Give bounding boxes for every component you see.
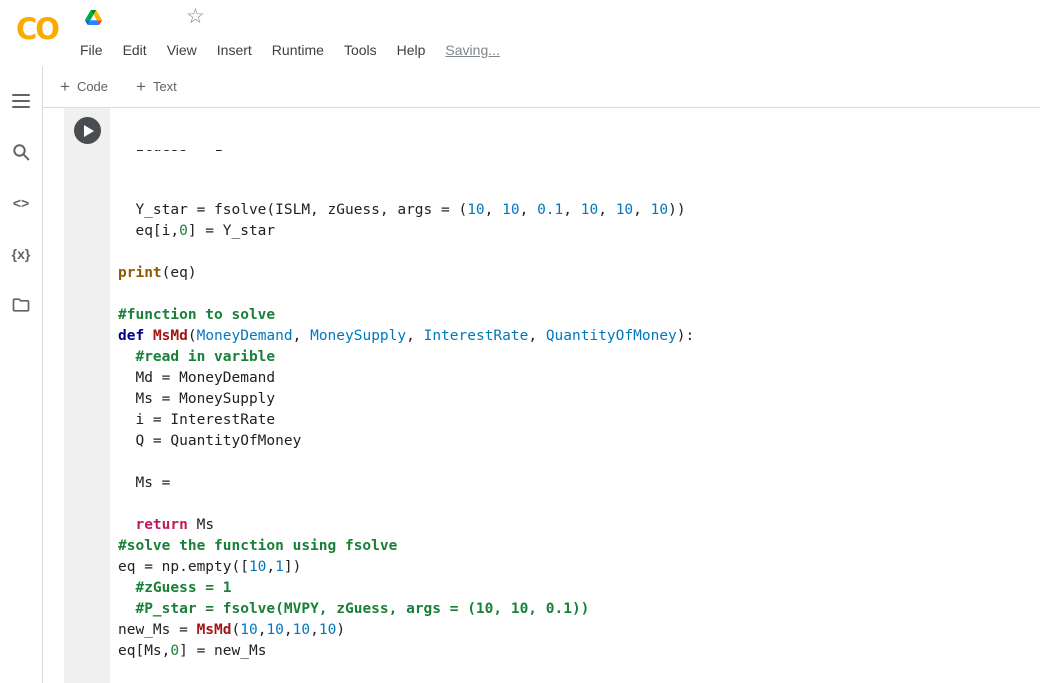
code-line[interactable] xyxy=(118,284,1040,305)
code-line[interactable]: Ms = MoneySupply xyxy=(118,389,1040,410)
cell-gutter xyxy=(64,108,110,683)
code-line[interactable]: eq[Ms,0] = new_Ms xyxy=(118,641,1040,662)
code-cell: zGuess = 1 Y_star = fsolve(ISLM, zGuess,… xyxy=(64,108,1040,683)
star-icon[interactable]: ☆ xyxy=(186,4,205,29)
code-line[interactable]: return Ms xyxy=(118,515,1040,536)
menu-view[interactable]: View xyxy=(157,42,207,58)
play-icon xyxy=(84,124,94,137)
code-line[interactable] xyxy=(118,242,1040,263)
menu-tools[interactable]: Tools xyxy=(334,42,387,58)
menu-insert[interactable]: Insert xyxy=(207,42,262,58)
drive-icon[interactable] xyxy=(85,10,102,25)
code-line[interactable]: eq[i,0] = Y_star xyxy=(118,221,1040,242)
code-lines: Y_star = fsolve(ISLM, zGuess, args = (10… xyxy=(118,200,1040,683)
plus-icon: + xyxy=(136,77,146,96)
left-sidebar: <> {x} xyxy=(0,66,43,683)
code-line[interactable] xyxy=(118,662,1040,683)
cell-toolbar: + Code + Text xyxy=(42,66,1040,108)
add-code-button[interactable]: + Code xyxy=(60,78,108,95)
code-snippets-icon[interactable]: <> xyxy=(11,194,31,212)
files-icon[interactable] xyxy=(11,296,31,314)
add-text-label: Text xyxy=(152,79,177,94)
colab-logo[interactable]: CO xyxy=(16,12,60,46)
code-line[interactable]: Md = MoneyDemand xyxy=(118,368,1040,389)
code-line[interactable]: print(eq) xyxy=(118,263,1040,284)
code-line[interactable]: i = InterestRate xyxy=(118,410,1040,431)
colab-app: CO ☆ File Edit View Insert Runtime Tools Help … xyxy=(0,0,1040,683)
code-line[interactable]: Y_star = fsolve(ISLM, zGuess, args = (10… xyxy=(118,200,1040,221)
menu-edit[interactable]: Edit xyxy=(113,42,157,58)
menubar: File Edit View Insert Runtime Tools Help Savin… xyxy=(70,36,500,64)
clipped-code-line: zGuess = 1 xyxy=(118,150,1040,158)
add-text-button[interactable]: + Text xyxy=(136,78,177,95)
code-line[interactable]: #read in varible xyxy=(118,347,1040,368)
table-of-contents-icon[interactable] xyxy=(11,92,31,110)
run-cell-button[interactable] xyxy=(74,117,101,144)
app-header: CO ☆ File Edit View Insert Runtime Tools Help … xyxy=(0,0,1040,66)
add-code-label: Code xyxy=(76,79,109,94)
menu-help[interactable]: Help xyxy=(387,42,436,58)
code-line[interactable] xyxy=(118,494,1040,515)
code-line[interactable]: def MsMd(MoneyDemand, MoneySupply, Inter… xyxy=(118,326,1040,347)
code-line[interactable]: #zGuess = 1 xyxy=(118,578,1040,599)
code-editor[interactable]: zGuess = 1 Y_star = fsolve(ISLM, zGuess,… xyxy=(118,108,1040,683)
code-line[interactable]: new_Ms = MsMd(10,10,10,10) xyxy=(118,620,1040,641)
plus-icon: + xyxy=(60,77,70,96)
code-line[interactable]: Ms = xyxy=(118,473,1040,494)
code-line[interactable]: #solve the function using fsolve xyxy=(118,536,1040,557)
code-line[interactable]: Q = QuantityOfMoney xyxy=(118,431,1040,452)
code-line[interactable]: #P_star = fsolve(MVPY, zGuess, args = (1… xyxy=(118,599,1040,620)
menu-file[interactable]: File xyxy=(70,42,113,58)
menu-runtime[interactable]: Runtime xyxy=(262,42,334,58)
code-line[interactable]: zGuess = 1 xyxy=(118,150,1040,158)
code-line[interactable]: eq = np.empty([10,1]) xyxy=(118,557,1040,578)
variables-icon[interactable]: {x} xyxy=(11,245,31,263)
autosave-status: Saving... xyxy=(445,42,500,58)
menu-list: File Edit View Insert Runtime Tools Help xyxy=(70,42,435,58)
code-line[interactable] xyxy=(118,452,1040,473)
search-icon[interactable] xyxy=(11,143,31,161)
code-line[interactable]: #function to solve xyxy=(118,305,1040,326)
